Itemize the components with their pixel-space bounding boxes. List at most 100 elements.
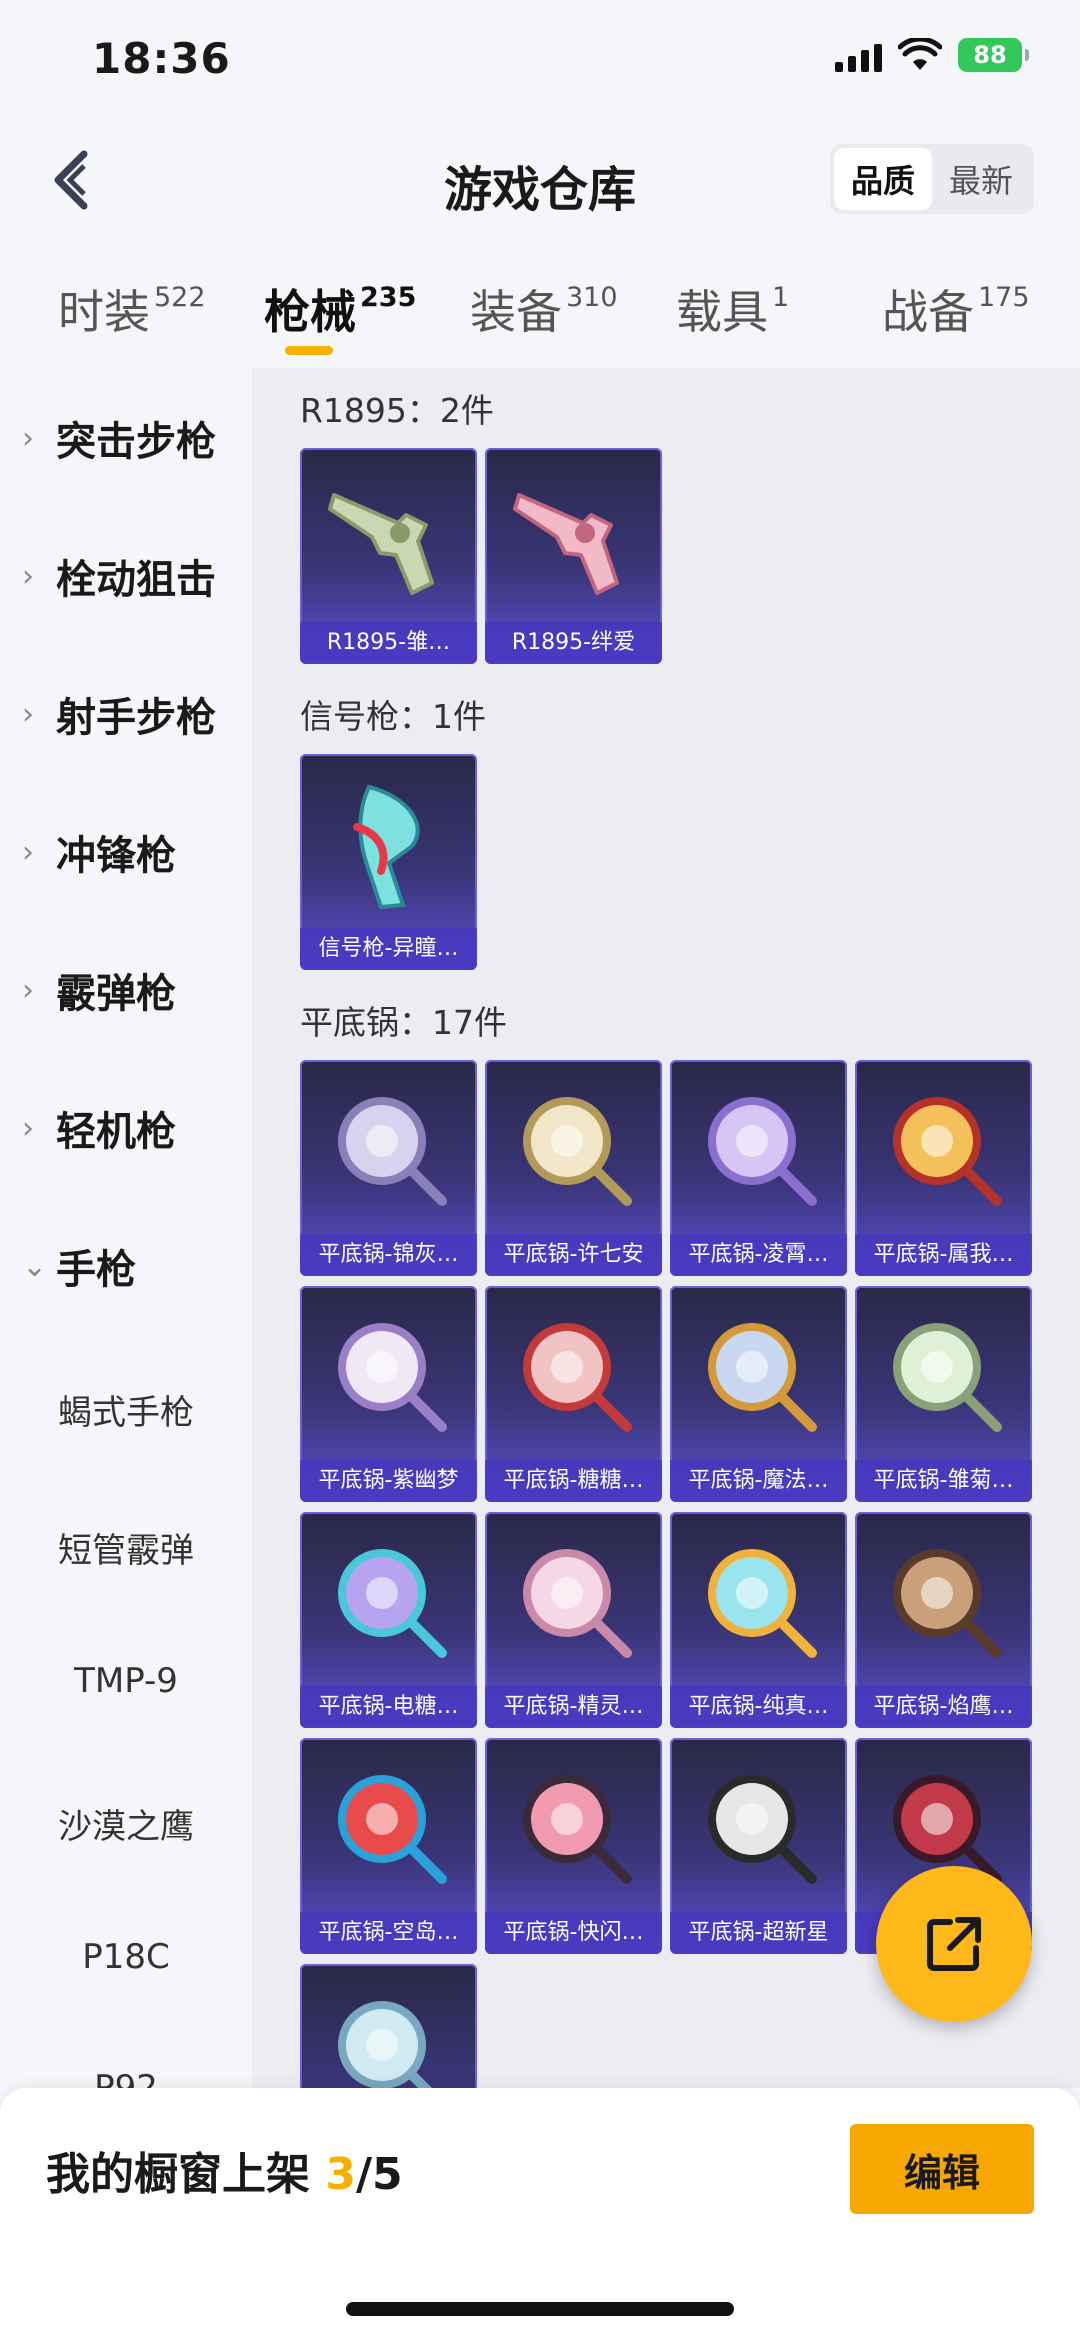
chevron-right-icon: › (22, 558, 34, 594)
frying-pan-icon (300, 1964, 477, 2088)
item-label: R1895-绊爱 (485, 622, 662, 664)
chevron-right-icon: › (22, 420, 34, 456)
group-title-pan: 平底锅：17件 (300, 1003, 507, 1042)
item-card[interactable]: R1895-雏… (300, 448, 477, 664)
sort-toggle: 品质 最新 (830, 144, 1034, 214)
sidebar-subitem-p92[interactable]: P92 (0, 2068, 252, 2088)
item-card[interactable]: 平底锅-属我… (855, 1060, 1032, 1276)
frying-pan-icon (485, 1738, 662, 1914)
item-card[interactable]: 平底锅-雏菊… (855, 1286, 1032, 1502)
item-card[interactable]: 平底锅-紫幽梦 (300, 1286, 477, 1502)
sidebar-subitem-p18c[interactable]: P18C (0, 1937, 252, 1977)
item-label: 平底锅-电糖… (300, 1686, 477, 1728)
item-card[interactable]: 平底锅-许七安 (485, 1060, 662, 1276)
sidebar-item-lmg[interactable]: › 轻机枪 (22, 1093, 176, 1163)
sidebar: › 突击步枪 › 栓动狙击 › 射手步枪 › 冲锋枪 › 霰弹枪 › 轻机枪 ⌄ 手枪 蝎式手… (0, 368, 252, 2088)
item-label: 平底锅-快闪… (485, 1912, 662, 1954)
revolver-icon (300, 448, 477, 624)
item-label: 平底锅-魔法… (670, 1460, 847, 1502)
item-card[interactable]: 平底锅-超新星 (670, 1738, 847, 1954)
battery-icon: 88 (958, 38, 1029, 72)
item-card[interactable]: 平底锅-焰鹰… (855, 1512, 1032, 1728)
sidebar-item-pistol[interactable]: ⌄ 手枪 (22, 1231, 136, 1301)
sort-newest-button[interactable]: 最新 (932, 148, 1030, 210)
item-label: 平底锅-纯真… (670, 1686, 847, 1728)
item-label: 平底锅-超新星 (670, 1912, 847, 1954)
status-bar: 18:36 88 (0, 0, 1080, 120)
sort-quality-button[interactable]: 品质 (834, 148, 932, 210)
item-card[interactable]: 平底锅-魔法… (670, 1286, 847, 1502)
tab-vehicles[interactable]: 载具 1 (676, 276, 789, 342)
tab-equipment[interactable]: 装备 310 (470, 276, 618, 342)
item-card[interactable]: 平底锅-快闪… (485, 1738, 662, 1954)
share-external-icon (927, 1917, 981, 1971)
frying-pan-icon (670, 1060, 847, 1236)
home-indicator (346, 2302, 734, 2316)
chevron-right-icon: › (22, 696, 34, 732)
item-label: 平底锅-空岛… (300, 1912, 477, 1954)
item-label: 平底锅-锦灰… (300, 1234, 477, 1276)
item-card[interactable]: 平底锅-凌霄… (670, 1060, 847, 1276)
edit-button[interactable]: 编辑 (850, 2124, 1034, 2214)
chevron-right-icon: › (22, 834, 34, 870)
frying-pan-icon (855, 1060, 1032, 1236)
frying-pan-icon (855, 1286, 1032, 1462)
item-label: R1895-雏… (300, 622, 477, 664)
item-card[interactable]: R1895-绊爱 (485, 448, 662, 664)
item-label: 平底锅-精灵… (485, 1686, 662, 1728)
item-label: 平底锅-雏菊… (855, 1460, 1032, 1502)
sidebar-subitem-desert-eagle[interactable]: 沙漠之鹰 (0, 1799, 252, 1848)
item-card[interactable]: 平底锅-电糖… (300, 1512, 477, 1728)
frying-pan-icon (670, 1286, 847, 1462)
frying-pan-icon (485, 1060, 662, 1236)
sidebar-item-assault-rifle[interactable]: › 突击步枪 (22, 403, 216, 473)
tab-firearms[interactable]: 枪械 235 (264, 276, 416, 342)
frying-pan-icon (485, 1512, 662, 1688)
item-label: 平底锅-焰鹰… (855, 1686, 1032, 1728)
item-card[interactable]: 平底锅-精灵… (485, 1512, 662, 1728)
sidebar-item-marksman-rifle[interactable]: › 射手步枪 (22, 679, 216, 749)
frying-pan-icon (670, 1738, 847, 1914)
flare-gun-icon (300, 754, 477, 930)
sidebar-subitem-sawed-off[interactable]: 短管霰弹 (0, 1523, 252, 1572)
status-icons: 88 (835, 38, 1029, 72)
group-title-flare-gun: 信号枪：1件 (300, 697, 486, 736)
frying-pan-icon (300, 1512, 477, 1688)
revolver-icon (485, 448, 662, 624)
item-card[interactable] (300, 1964, 477, 2088)
item-label: 平底锅-糖糖… (485, 1460, 662, 1502)
sidebar-subitem-skorpion[interactable]: 蝎式手枪 (0, 1385, 252, 1434)
sidebar-item-smg[interactable]: › 冲锋枪 (22, 817, 176, 887)
item-card[interactable]: 平底锅-锦灰… (300, 1060, 477, 1276)
group-title-r1895: R1895：2件 (300, 391, 494, 430)
category-tabs: 时装 522 枪械 235 装备 310 载具 1 战备 175 (0, 262, 1080, 362)
frying-pan-icon (670, 1512, 847, 1688)
item-card[interactable]: 平底锅-空岛… (300, 1738, 477, 1954)
item-grid: R1895：2件 信号枪：1件 平底锅：17件 R1895-雏… R1895-绊爱… (252, 368, 1080, 2088)
header: 游戏仓库 品质 最新 (0, 120, 1080, 240)
item-card[interactable]: 平底锅-纯真… (670, 1512, 847, 1728)
sidebar-item-bolt-sniper[interactable]: › 栓动狙击 (22, 541, 216, 611)
item-label: 平底锅-属我… (855, 1234, 1032, 1276)
frying-pan-icon (300, 1060, 477, 1236)
share-button[interactable] (876, 1866, 1032, 2022)
item-label: 平底锅-紫幽梦 (300, 1460, 477, 1502)
frying-pan-icon (855, 1512, 1032, 1688)
item-card[interactable]: 平底锅-糖糖… (485, 1286, 662, 1502)
tab-fashion[interactable]: 时装 522 (58, 276, 206, 342)
tab-gear[interactable]: 战备 175 (882, 276, 1030, 342)
chevron-down-icon: ⌄ (22, 1248, 48, 1284)
showcase-status: 我的橱窗上架 3/5 (46, 2149, 403, 2200)
status-time: 18:36 (92, 34, 231, 83)
sidebar-item-shotgun[interactable]: › 霰弹枪 (22, 955, 176, 1025)
frying-pan-icon (300, 1738, 477, 1914)
sidebar-subitem-tmp9[interactable]: TMP-9 (0, 1661, 252, 1701)
chevron-right-icon: › (22, 1110, 34, 1146)
tab-indicator (285, 346, 333, 355)
item-label: 平底锅-许七安 (485, 1234, 662, 1276)
item-label: 信号枪-异瞳… (300, 928, 477, 970)
frying-pan-icon (485, 1286, 662, 1462)
frying-pan-icon (300, 1286, 477, 1462)
wifi-icon (898, 38, 942, 70)
item-card[interactable]: 信号枪-异瞳… (300, 754, 477, 970)
